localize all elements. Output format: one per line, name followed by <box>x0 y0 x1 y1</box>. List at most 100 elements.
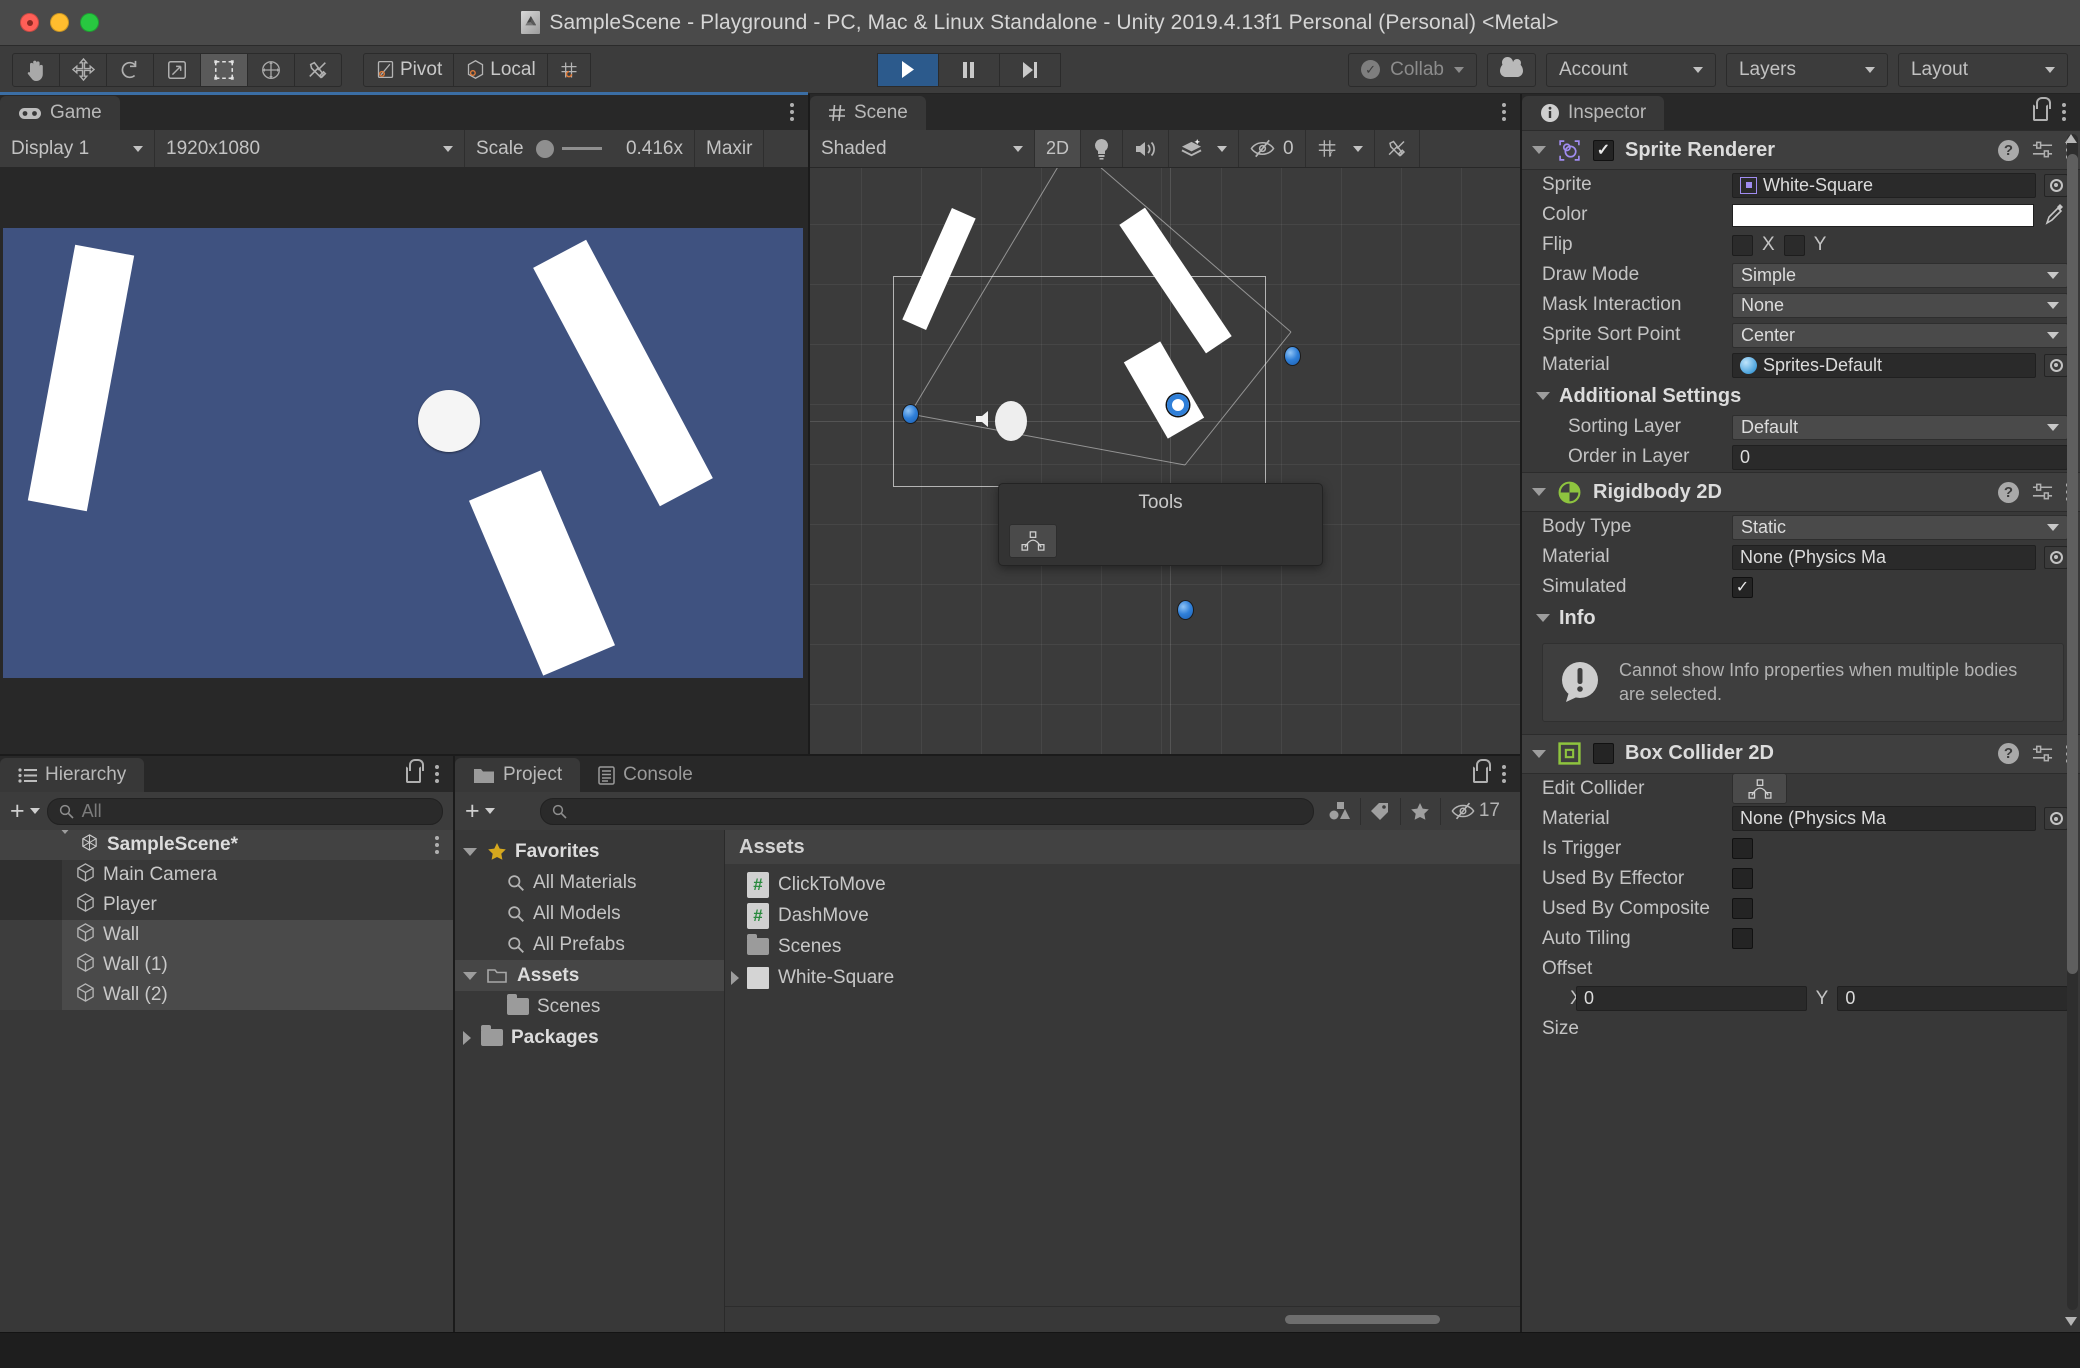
text-field-order-in-layer[interactable]: 0 <box>1732 444 2068 470</box>
foldout-additional-settings[interactable]: Additional Settings <box>1522 380 2080 412</box>
gizmo-pivot-ring[interactable] <box>1167 394 1189 416</box>
hierarchy-item-main-camera[interactable]: Main Camera <box>0 860 453 890</box>
tab-console[interactable]: Console <box>580 758 711 792</box>
scene-grid-button[interactable]: Y <box>1305 130 1375 167</box>
dropdown-sprite-sort-point[interactable]: Center <box>1732 322 2068 348</box>
expand-triangle-icon[interactable] <box>1536 392 1550 400</box>
project-visibility-button[interactable]: 17 <box>1441 800 1510 822</box>
move-tool-button[interactable] <box>59 52 107 87</box>
rotate-tool-button[interactable] <box>106 52 154 87</box>
project-tree-item-packages[interactable]: Packages <box>455 1022 724 1053</box>
step-button[interactable] <box>998 52 1061 87</box>
eyedropper-icon[interactable] <box>2042 204 2068 226</box>
flip-x-checkbox[interactable] <box>1732 234 1753 256</box>
scroll-up-arrow[interactable] <box>2064 132 2078 146</box>
toggle-2d-button[interactable]: 2D <box>1035 130 1082 167</box>
rect-tool-button[interactable] <box>200 52 248 87</box>
project-search-input[interactable] <box>540 797 1314 825</box>
preset-icon[interactable] <box>2032 745 2053 763</box>
object-picker-button[interactable] <box>2044 545 2068 569</box>
game-panel-menu-icon[interactable] <box>790 103 794 121</box>
hierarchy-panel-menu-icon[interactable] <box>435 765 439 783</box>
project-tree-item-favorites[interactable]: Favorites <box>455 836 724 867</box>
dropdown-sorting-layer[interactable]: Default <box>1732 414 2068 440</box>
pivot-toggle-button[interactable]: Pivot <box>363 52 455 87</box>
component-enabled-checkbox[interactable]: ✓ <box>1593 743 1614 765</box>
object-field-material[interactable]: Sprites-Default <box>1732 352 2036 378</box>
project-create-button[interactable]: + <box>465 798 533 824</box>
object-field-sprite[interactable]: White-Square <box>1732 172 2036 198</box>
object-field-material[interactable]: None (Physics Ma <box>1732 806 2036 832</box>
project-tree-item-all-prefabs[interactable]: All Prefabs <box>455 929 724 960</box>
project-panel-menu-icon[interactable] <box>1502 765 1506 783</box>
hierarchy-create-button[interactable]: + <box>10 798 40 824</box>
assets-list[interactable]: # ClickToMove # DashMove Scenes White-Square <box>725 864 1520 1306</box>
flip-y-checkbox[interactable] <box>1783 234 1805 256</box>
scene-player-ball[interactable] <box>995 401 1027 441</box>
asset-item-dashmove[interactable]: # DashMove <box>725 900 1520 931</box>
offset-y-field[interactable]: 0 <box>1837 986 2068 1012</box>
scene-fx-button[interactable] <box>1169 130 1240 167</box>
scrollbar-thumb[interactable] <box>2067 154 2078 974</box>
help-icon[interactable]: ? <box>1998 743 2019 765</box>
transform-tool-button[interactable] <box>247 52 295 87</box>
preset-icon[interactable] <box>2032 141 2053 159</box>
object-field-material[interactable]: None (Physics Ma <box>1732 544 2036 570</box>
resolution-dropdown[interactable]: 1920x1080 <box>155 130 465 167</box>
hierarchy-item-wall-2[interactable]: Wall (2) <box>0 980 453 1010</box>
pause-button[interactable] <box>937 52 1000 87</box>
maximize-button[interactable] <box>80 13 99 32</box>
offset-x-field[interactable]: 0 <box>1576 986 1807 1012</box>
close-button[interactable] <box>20 13 39 32</box>
expand-triangle-icon[interactable] <box>1532 749 1546 758</box>
shading-mode-dropdown[interactable]: Shaded <box>810 130 1035 167</box>
expand-triangle-icon[interactable] <box>1532 488 1546 496</box>
project-tree-item-scenes[interactable]: Scenes <box>455 991 724 1022</box>
scene-render-area[interactable]: Tools <box>810 168 1520 754</box>
gizmo-handle-left[interactable] <box>902 404 919 424</box>
services-cloud-button[interactable] <box>1486 52 1536 87</box>
hand-tool-button[interactable] <box>12 52 60 87</box>
tab-inspector[interactable]: Inspector <box>1522 96 1665 130</box>
lock-icon[interactable] <box>2033 96 2051 121</box>
gizmo-handle-bottom[interactable] <box>1177 600 1194 620</box>
hierarchy-item-wall-1[interactable]: Wall (1) <box>0 950 453 980</box>
hierarchy-item-samplescene[interactable]: SampleScene* <box>0 830 453 860</box>
checkbox-simulated[interactable]: ✓ <box>1732 576 1753 598</box>
object-picker-button[interactable] <box>2044 353 2068 377</box>
edit-collider-button[interactable] <box>1732 773 1787 805</box>
tools-overlay-panel[interactable]: Tools <box>998 483 1323 566</box>
game-canvas[interactable] <box>3 228 803 678</box>
expand-triangle-icon[interactable] <box>731 970 739 985</box>
checkbox-is-trigger[interactable]: ✓ <box>1732 838 1753 860</box>
foldout-info[interactable]: Info <box>1522 602 2080 634</box>
favorite-filter-button[interactable] <box>1401 797 1441 825</box>
project-tree-item-all-materials[interactable]: All Materials <box>455 867 724 898</box>
scroll-down-arrow[interactable] <box>2064 1314 2078 1328</box>
expand-triangle-icon[interactable] <box>1536 614 1550 622</box>
checkbox-used-by-composite[interactable]: ✓ <box>1732 898 1753 920</box>
scene-gizmos-button[interactable] <box>1374 130 1420 167</box>
object-picker-button[interactable] <box>2044 807 2068 831</box>
collapse-triangle-icon[interactable] <box>463 1030 471 1045</box>
toggle-lighting-button[interactable] <box>1081 130 1124 167</box>
chevron-down-icon[interactable] <box>1217 145 1228 152</box>
assets-horizontal-scrollbar[interactable] <box>725 1306 1520 1332</box>
inspector-scrollbar[interactable] <box>2067 134 2078 1310</box>
gizmo-handle-right[interactable] <box>1284 346 1301 366</box>
chevron-down-icon[interactable] <box>1352 145 1363 152</box>
tab-hierarchy[interactable]: Hierarchy <box>0 758 145 792</box>
scene-context-menu-icon[interactable] <box>435 836 439 854</box>
scale-slider-handle[interactable] <box>535 139 554 158</box>
asset-item-scenes[interactable]: Scenes <box>725 931 1520 962</box>
layout-button[interactable]: Layout <box>1897 52 2068 87</box>
maximize-on-play-button[interactable]: Maxir <box>695 130 765 167</box>
collab-button[interactable]: ✓ Collab <box>1348 52 1477 87</box>
custom-editor-tool-button[interactable] <box>294 52 342 87</box>
component-header-box-collider-2d[interactable]: ✓ Box Collider 2D? <box>1522 733 2080 774</box>
help-icon[interactable]: ? <box>1998 139 2019 161</box>
expand-triangle-icon[interactable] <box>463 971 477 980</box>
handle-rotation-button[interactable]: Local <box>453 52 548 87</box>
lock-icon[interactable] <box>406 758 424 783</box>
component-enabled-checkbox[interactable]: ✓ <box>1593 139 1614 161</box>
